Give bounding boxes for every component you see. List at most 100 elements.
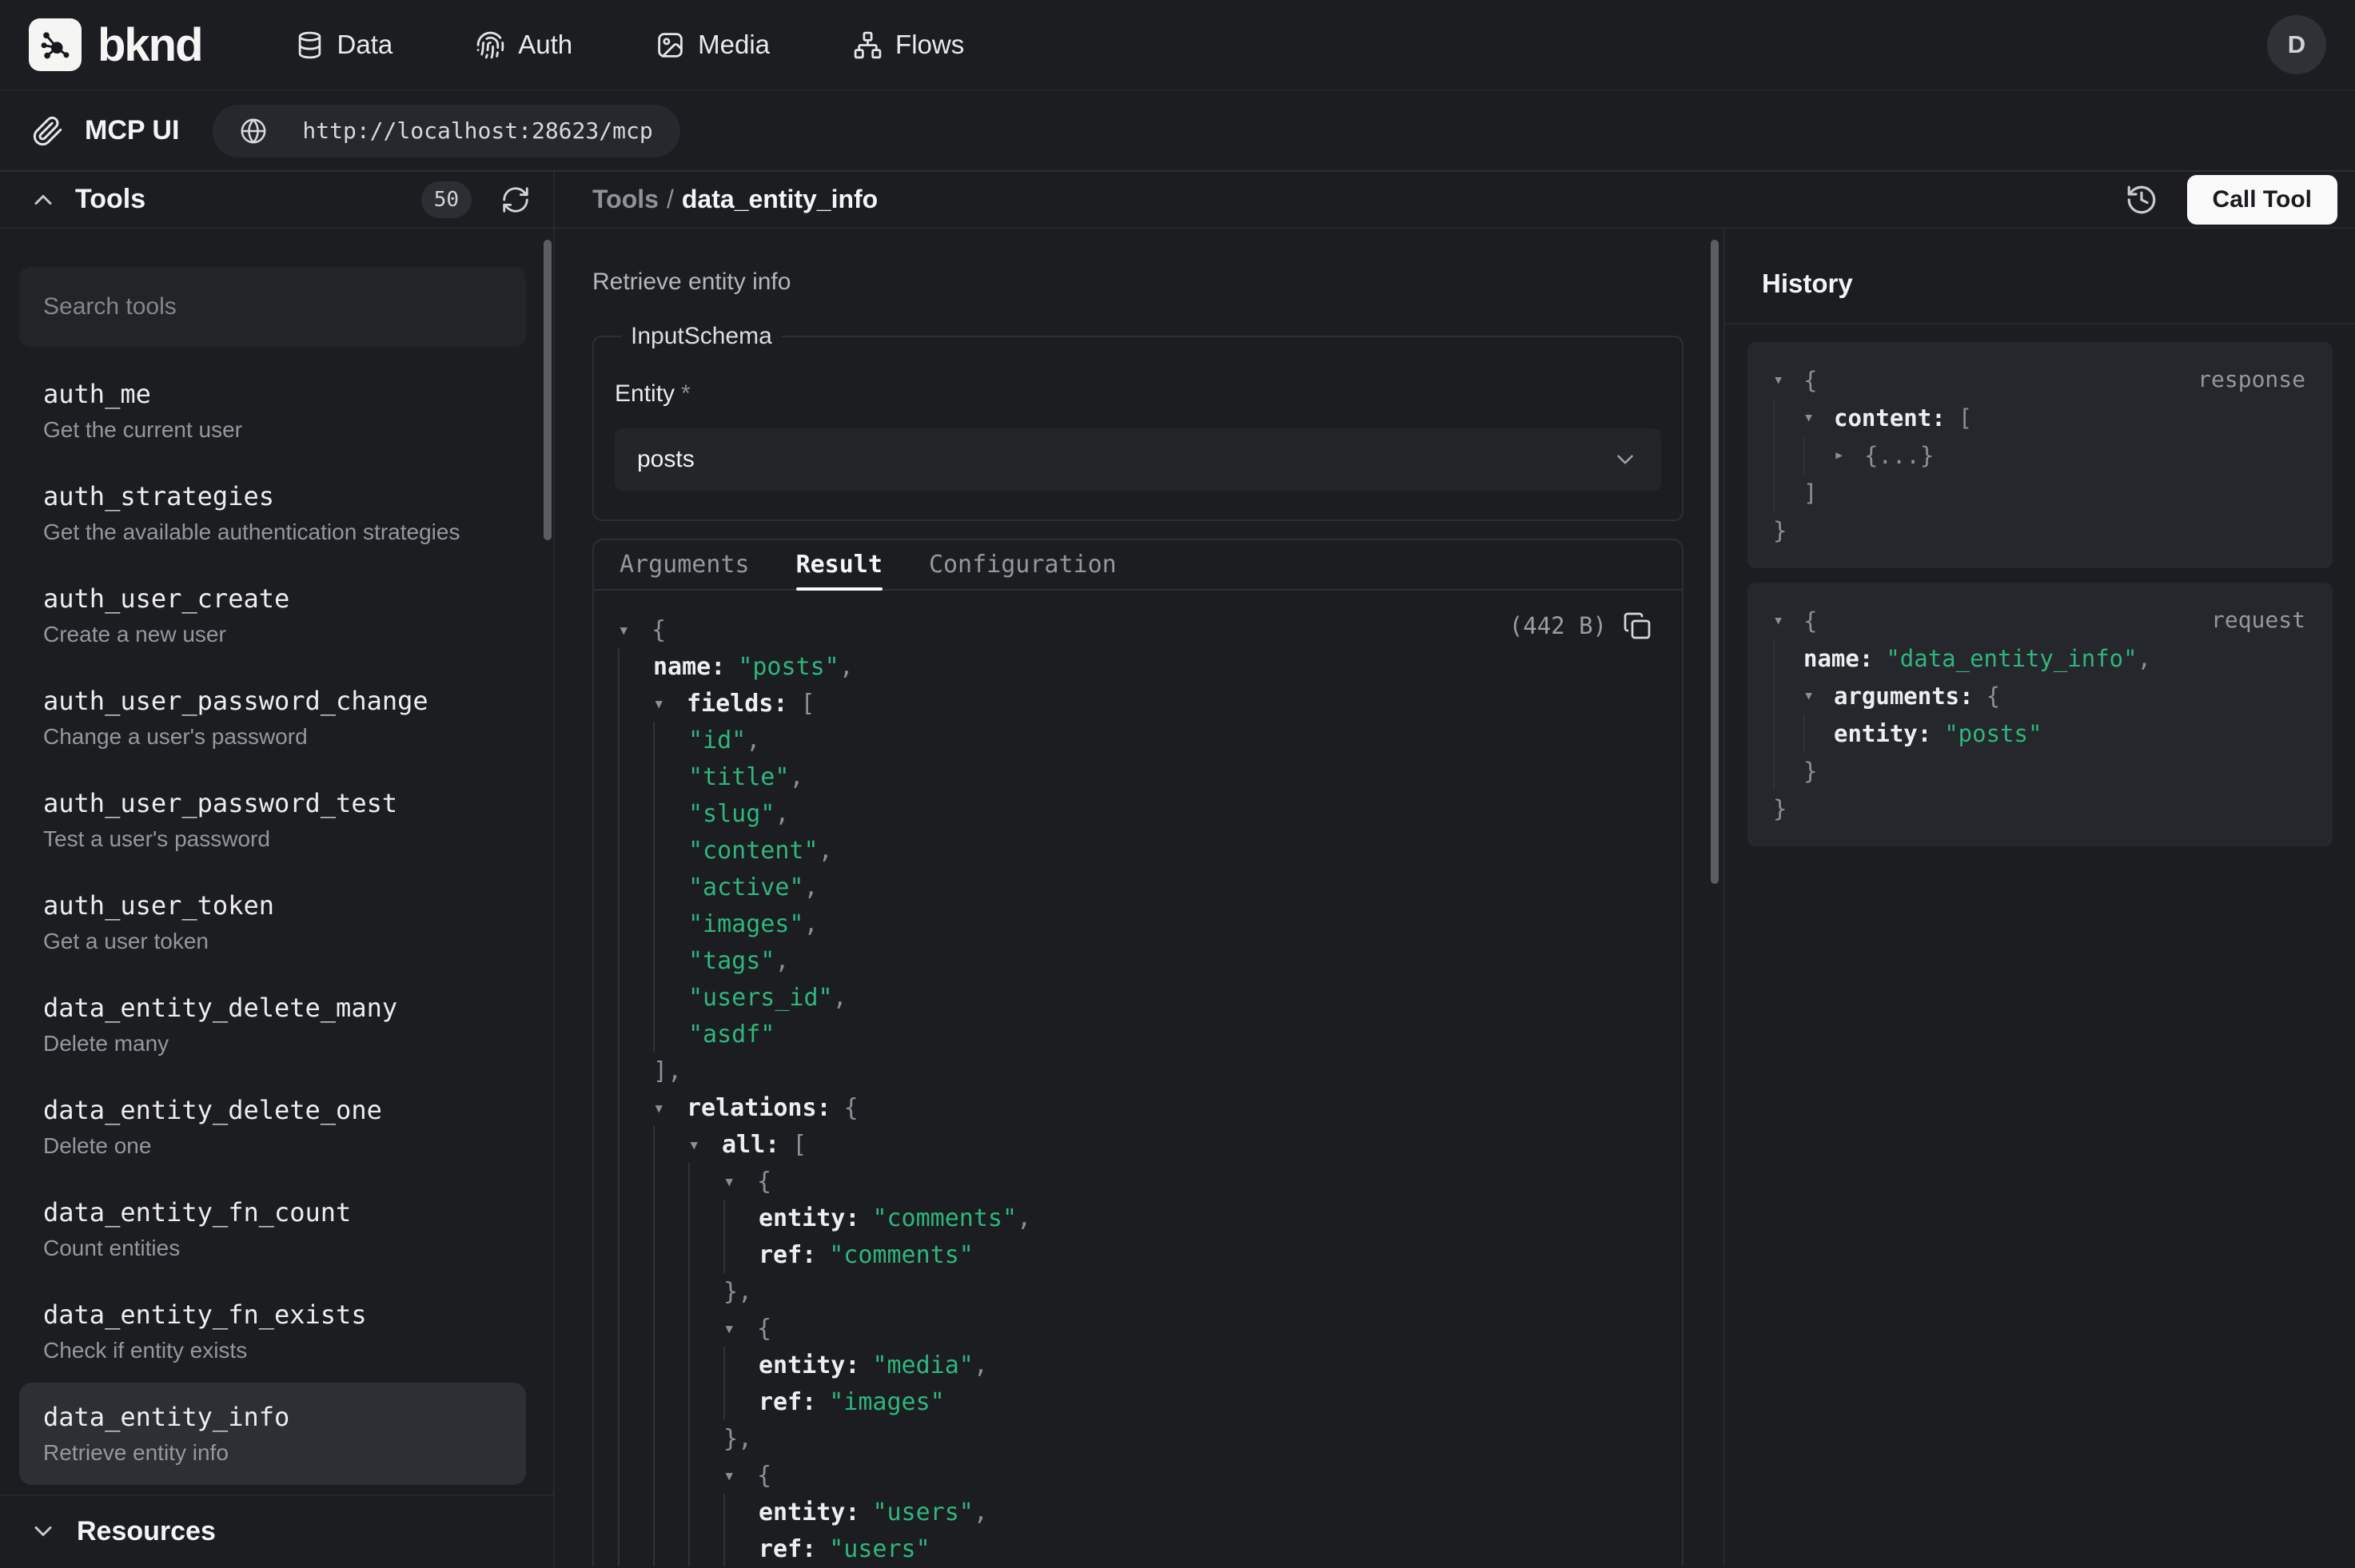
tool-item-data_entity_fn_exists[interactable]: data_entity_fn_existsCheck if entity exi… bbox=[19, 1280, 526, 1383]
json-punct: , bbox=[833, 984, 847, 1012]
main-header: Tools/data_entity_info Call Tool bbox=[555, 172, 2355, 229]
tool-item-data_entity_info[interactable]: data_entity_infoRetrieve entity info bbox=[19, 1383, 526, 1485]
json-key: entity: bbox=[759, 1204, 859, 1232]
history-icon[interactable] bbox=[2125, 183, 2158, 217]
tool-description: Check if entity exists bbox=[43, 1338, 502, 1363]
tools-count-badge: 50 bbox=[421, 181, 472, 218]
breadcrumb-section[interactable]: Tools bbox=[592, 185, 659, 213]
tool-item-auth_me[interactable]: auth_me Get the current user bbox=[19, 360, 526, 462]
json-line: ▾{ bbox=[618, 611, 1655, 648]
indent-guide bbox=[688, 1383, 723, 1420]
json-punct: , bbox=[775, 800, 789, 828]
indent-guide bbox=[618, 1163, 653, 1200]
entity-select[interactable]: posts bbox=[615, 428, 1661, 491]
collapse-down-icon[interactable]: ▾ bbox=[1803, 686, 1834, 706]
nav-item-media[interactable]: Media bbox=[655, 30, 770, 60]
collapse-down-icon[interactable]: ▾ bbox=[653, 1096, 687, 1119]
sidebar-scrollbar[interactable] bbox=[544, 240, 552, 540]
indent-guide bbox=[618, 1530, 653, 1566]
indent-guide bbox=[618, 1200, 653, 1236]
tool-name: auth_me bbox=[43, 379, 502, 409]
indent-guide bbox=[618, 1236, 653, 1273]
collapse-down-icon[interactable]: ▾ bbox=[688, 1133, 722, 1156]
json-punct: , bbox=[804, 910, 819, 938]
collapse-down-icon[interactable]: ▾ bbox=[1773, 370, 1803, 390]
indent-guide bbox=[723, 1200, 759, 1236]
collapse-down-icon[interactable]: ▾ bbox=[1773, 611, 1803, 631]
tool-name: auth_user_password_test bbox=[43, 788, 502, 818]
refresh-tools-icon[interactable] bbox=[500, 185, 531, 215]
json-string: "comments" bbox=[829, 1241, 974, 1269]
json-line: ▸{...} bbox=[1773, 436, 2307, 474]
resources-section-header[interactable]: Resources bbox=[0, 1494, 553, 1566]
json-string: "title" bbox=[688, 763, 789, 791]
json-punct: { bbox=[1986, 683, 2000, 710]
collapse-down-icon[interactable]: ▾ bbox=[618, 619, 652, 641]
indent-guide bbox=[1773, 474, 1803, 511]
json-punct: , bbox=[746, 726, 760, 754]
call-tool-button[interactable]: Call Tool bbox=[2187, 175, 2337, 225]
search-input[interactable] bbox=[19, 267, 526, 347]
tools-section-header[interactable]: Tools 50 bbox=[0, 172, 553, 229]
indent-guide bbox=[653, 979, 688, 1016]
json-line: ▾all:[ bbox=[618, 1126, 1655, 1163]
indent-guide bbox=[688, 1457, 723, 1494]
nav-item-flows[interactable]: Flows bbox=[853, 30, 964, 60]
user-avatar[interactable]: D bbox=[2267, 15, 2326, 74]
chevron-down-icon[interactable] bbox=[29, 1517, 58, 1546]
tool-name: data_entity_fn_count bbox=[43, 1197, 502, 1228]
tab-result[interactable]: Result bbox=[796, 540, 883, 589]
tool-item-auth_user_password_change[interactable]: auth_user_password_changeChange a user's… bbox=[19, 667, 526, 769]
tool-detail-panel: Retrieve entity info InputSchema Entity*… bbox=[555, 229, 1723, 1566]
chevron-up-icon[interactable] bbox=[29, 185, 58, 214]
indent-guide bbox=[723, 1347, 759, 1383]
json-line: name:"data_entity_info", bbox=[1773, 639, 2307, 677]
tool-item-auth_user_create[interactable]: auth_user_createCreate a new user bbox=[19, 564, 526, 667]
mcp-url-pill[interactable]: http://localhost:28623/mcp bbox=[213, 105, 679, 157]
collapse-down-icon[interactable]: ▾ bbox=[723, 1317, 757, 1339]
indent-guide bbox=[653, 1310, 688, 1347]
json-key: arguments: bbox=[1834, 683, 1974, 710]
tool-item-auth_user_password_test[interactable]: auth_user_password_test Test a user's pas… bbox=[19, 769, 526, 871]
collapse-down-icon[interactable]: ▾ bbox=[723, 1170, 757, 1192]
indent-guide bbox=[618, 1383, 653, 1420]
result-tabs-box: ArgumentsResultConfiguration (442 B) bbox=[592, 539, 1684, 1566]
brand-logo[interactable]: bknd bbox=[29, 18, 202, 72]
main-scrollbar[interactable] bbox=[1711, 240, 1719, 884]
json-string: "content" bbox=[688, 837, 819, 865]
nav-item-auth[interactable]: Auth bbox=[476, 30, 572, 60]
collapse-right-icon[interactable]: ▸ bbox=[1834, 445, 1864, 465]
tool-name: data_entity_info bbox=[43, 1402, 502, 1432]
indent-guide bbox=[618, 1310, 653, 1347]
copy-icon[interactable] bbox=[1623, 611, 1652, 640]
collapse-down-icon[interactable]: ▾ bbox=[723, 1464, 757, 1486]
tool-description: Get the current user bbox=[43, 417, 502, 443]
tool-description: Retrieve entity info bbox=[592, 269, 1684, 296]
tool-description: Test a user's password bbox=[43, 826, 502, 852]
tool-item-data_entity_delete_many[interactable]: data_entity_delete_manyDelete many bbox=[19, 973, 526, 1076]
nav-item-data[interactable]: Data bbox=[295, 30, 393, 60]
header-actions: Call Tool bbox=[2125, 175, 2337, 225]
main-column: Tools/data_entity_info Call Tool Retriev… bbox=[555, 172, 2355, 1566]
json-punct: }, bbox=[723, 1425, 752, 1453]
history-entry-request[interactable]: request▾{name:"data_entity_info",▾argume… bbox=[1747, 583, 2333, 846]
tool-item-auth_user_token[interactable]: auth_user_tokenGet a user token bbox=[19, 871, 526, 973]
tab-configuration[interactable]: Configuration bbox=[929, 540, 1117, 589]
json-punct: , bbox=[2138, 645, 2151, 672]
tool-name: data_entity_delete_one bbox=[43, 1095, 502, 1125]
json-key: ref: bbox=[759, 1535, 816, 1563]
collapse-down-icon[interactable]: ▾ bbox=[653, 692, 687, 714]
tool-item-auth_strategies[interactable]: auth_strategiesGet the available authent… bbox=[19, 462, 526, 564]
network-icon bbox=[853, 30, 883, 60]
json-string: "tags" bbox=[688, 947, 775, 975]
tool-item-data_entity_delete_one[interactable]: data_entity_delete_oneDelete one bbox=[19, 1076, 526, 1178]
nav-item-label: Media bbox=[698, 30, 770, 60]
collapse-down-icon[interactable]: ▾ bbox=[1803, 408, 1834, 428]
indent-guide bbox=[1773, 436, 1803, 474]
indent-guide bbox=[618, 1273, 653, 1310]
json-line: ref:"images" bbox=[618, 1383, 1655, 1420]
json-punct: ], bbox=[653, 1057, 682, 1085]
tab-arguments[interactable]: Arguments bbox=[620, 540, 750, 589]
tool-item-data_entity_fn_count[interactable]: data_entity_fn_countCount entities bbox=[19, 1178, 526, 1280]
history-entry-response[interactable]: response▾{▾content:[▸{...}]} bbox=[1747, 342, 2333, 568]
